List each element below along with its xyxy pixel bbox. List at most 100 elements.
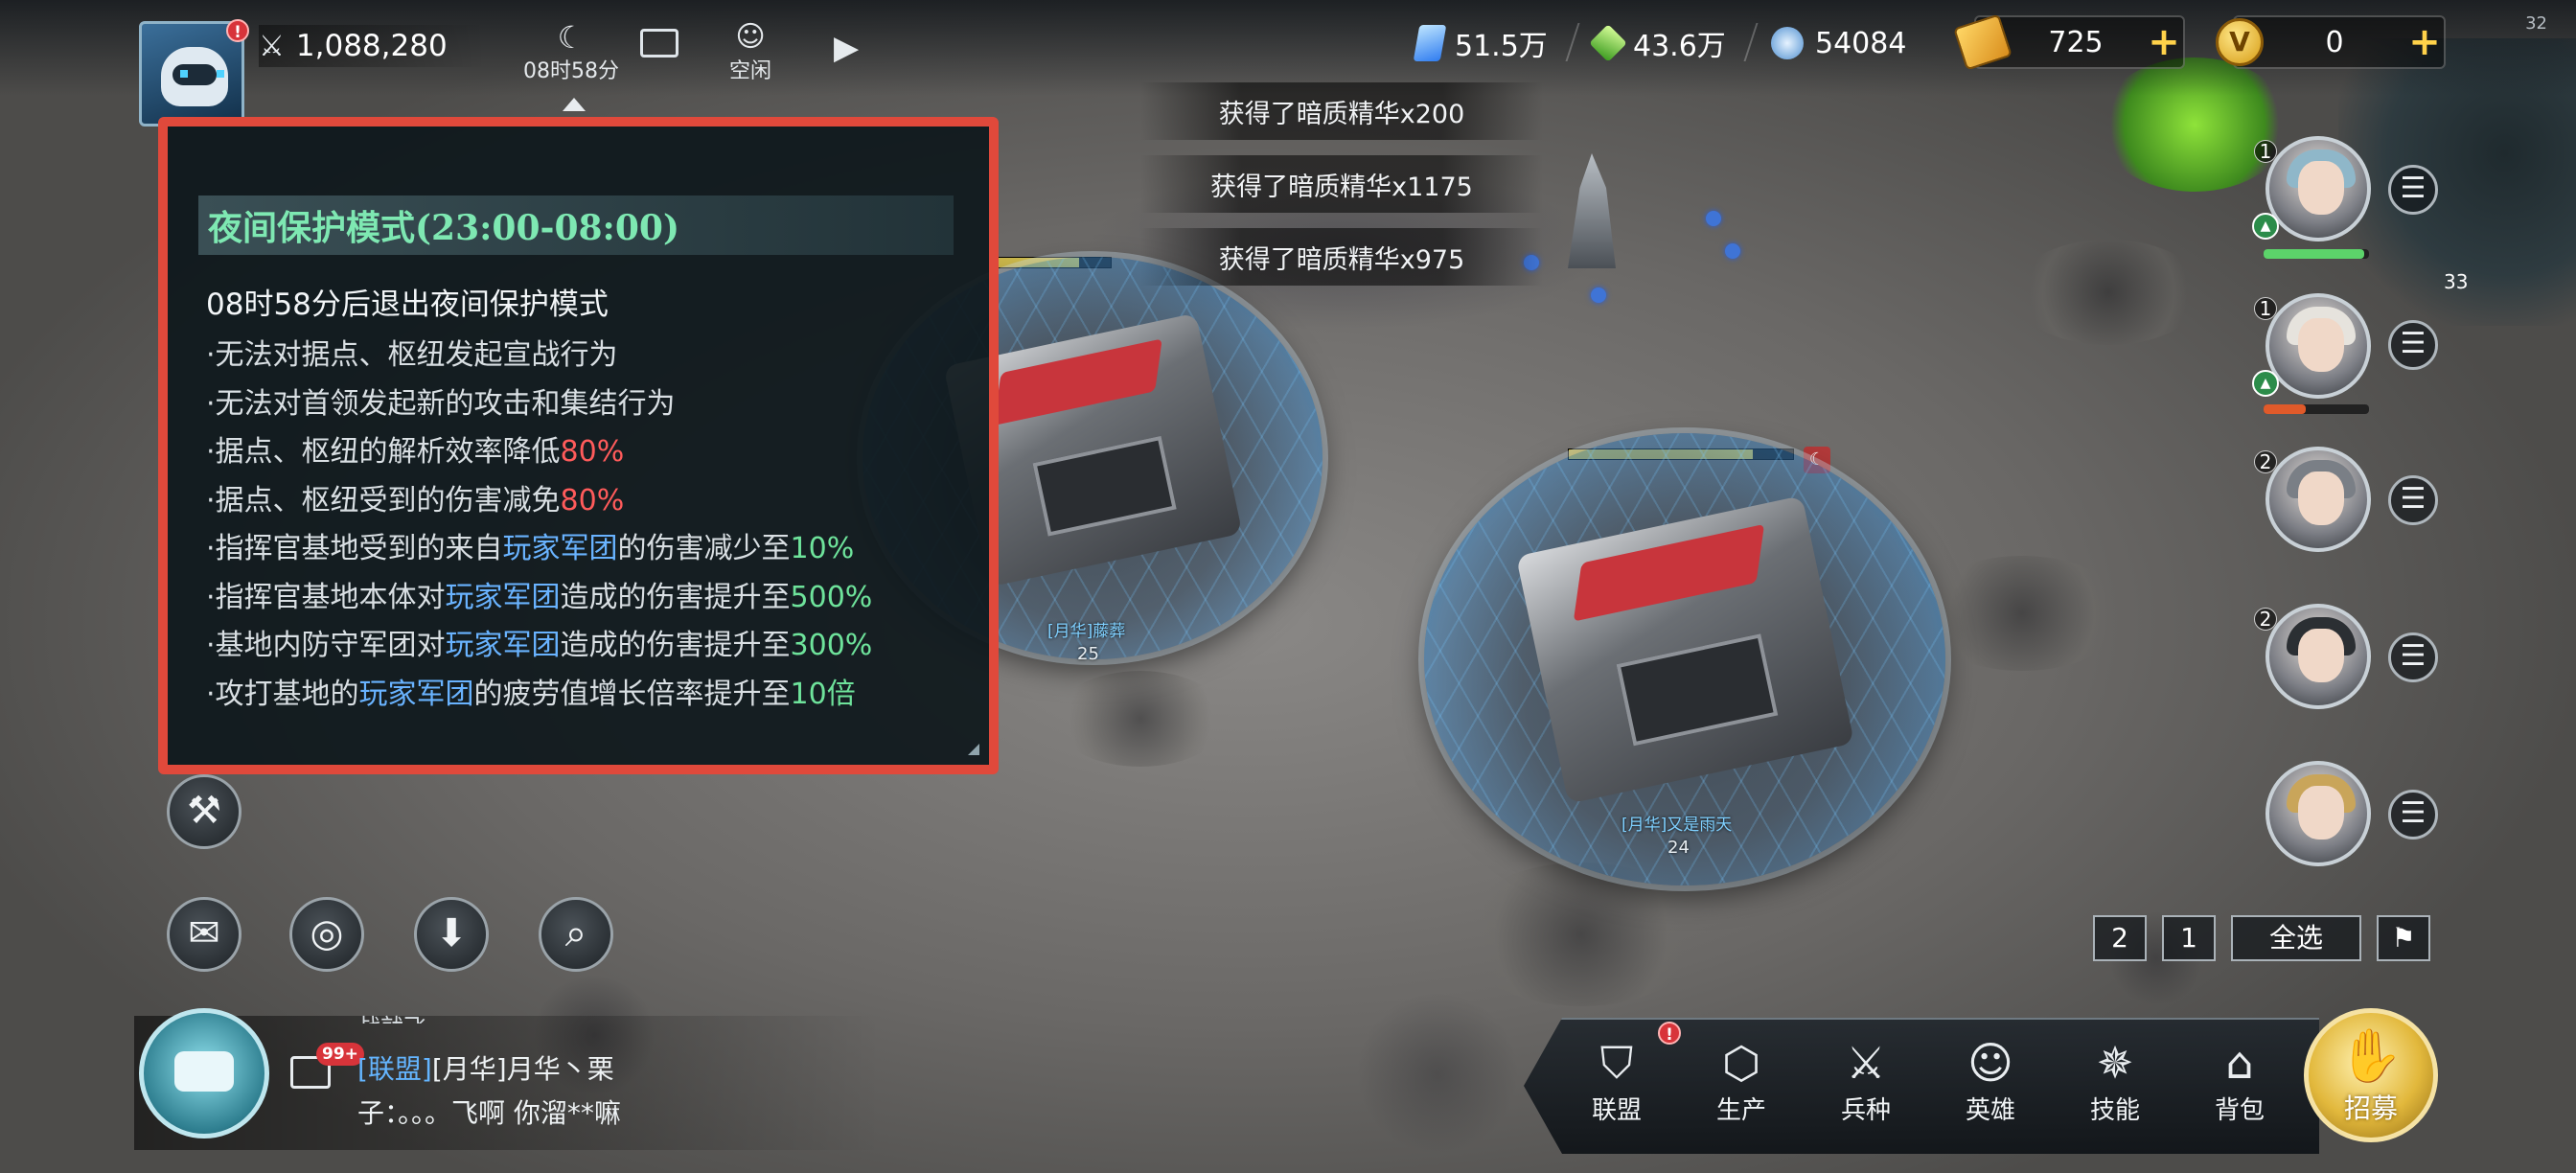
resource-node[interactable] (1706, 211, 1721, 226)
rule-item: ·据点、枢纽的解析效率降低80% (206, 435, 625, 469)
hero-menu-button[interactable]: ☰ (2388, 475, 2438, 525)
select-all-button[interactable]: 全选 (2231, 915, 2361, 961)
chat-message-line[interactable]: 子：。。。飞啊 你溜**嘛 (357, 1092, 621, 1131)
rule-item: ·指挥官基地本体对玩家军团造成的伤害提升至500% (206, 580, 873, 614)
crosshair-icon: ◎ (310, 911, 344, 955)
resource-value: 43.6万 (1633, 30, 1726, 63)
team-1-button[interactable]: 1 (2162, 915, 2216, 961)
hero-portrait[interactable] (2266, 761, 2371, 866)
hero-menu-button[interactable]: ☰ (2388, 320, 2438, 370)
hero-portrait[interactable] (2266, 447, 2371, 552)
collect-button[interactable]: ⬇ (414, 897, 489, 972)
hero-helmet-icon: ☺ (1967, 1037, 2013, 1089)
gold-value: 0 (2325, 25, 2344, 59)
hero-level: 2 (2254, 450, 2277, 473)
inbox-icon[interactable] (640, 29, 678, 58)
resource-node[interactable] (1725, 243, 1740, 259)
mail-button[interactable]: ✉ (167, 897, 242, 972)
add-currency-button[interactable]: + (2145, 20, 2183, 64)
avatar-alert-badge: ! (226, 19, 249, 42)
tooltip-subtitle: 08时58分后退出夜间保护模式 (206, 288, 609, 322)
hero-level: 1 (2254, 140, 2277, 163)
gold-coin-icon: V (2216, 18, 2264, 66)
team-2-button[interactable]: 2 (2093, 915, 2147, 961)
robot-portrait (161, 47, 228, 106)
resource-ore[interactable]: 54084 (1771, 21, 1906, 65)
crater (2012, 240, 2204, 345)
rule-item: ·指挥官基地受到的来自玩家军团的伤害减少至10% (206, 532, 855, 565)
night-protection-button[interactable]: ☾ 08时58分 (518, 21, 625, 84)
resize-corner (968, 744, 979, 755)
hero-status-icon: ▲ (2252, 370, 2279, 397)
download-icon: ⬇ (435, 911, 468, 955)
blue-crystal-icon (1413, 25, 1447, 61)
mail-icon: ✉ (188, 911, 220, 955)
reward-toast: 获得了暗质精华x1175 (1140, 155, 1543, 213)
hero-menu-button[interactable]: ☰ (2388, 165, 2438, 215)
hero-portrait[interactable] (2266, 136, 2371, 242)
moon-icon: ☾ (557, 19, 586, 56)
recruit-button[interactable]: ✋ 招募 (2304, 1008, 2438, 1142)
blue-ore-icon (1771, 27, 1804, 59)
rule-item: ·无法对首领发起新的攻击和集结行为 (206, 386, 676, 421)
search-icon: ⌕ (564, 911, 587, 955)
backpack-icon: ⌂ (2225, 1037, 2254, 1089)
flag-button[interactable]: ⚑ (2377, 915, 2430, 961)
resource-node[interactable] (1591, 288, 1606, 303)
reward-toast: 获得了暗质精华x200 (1140, 82, 1543, 140)
reward-toast: 获得了暗质精华x975 (1140, 228, 1543, 286)
tooltip-pointer (563, 98, 586, 111)
hero-menu-button[interactable]: ☰ (2388, 632, 2438, 682)
idle-label: 空闲 (728, 59, 771, 83)
production-icon: ⬡ (1721, 1037, 1761, 1089)
chat-previous-line: 战就飞 (357, 1008, 426, 1024)
dock-skills[interactable]: ✵ 技能 (2062, 1035, 2168, 1126)
base-portrait-button[interactable] (139, 1008, 269, 1138)
chat-message-line[interactable]: [联盟][月华]月华丶栗 (357, 1048, 614, 1087)
dock-backpack[interactable]: ⌂ 背包 (2187, 1035, 2292, 1126)
rule-item: ·基地内防守军团对玩家军团造成的伤害提升至300% (206, 629, 873, 662)
recruit-icon: ✋ (2338, 1025, 2404, 1086)
hero-level: 1 (2254, 297, 2277, 320)
alliance-icon: ⛉ (1599, 1037, 1634, 1089)
target-button[interactable]: ◎ (289, 897, 364, 972)
base-level-label: 24 (1668, 838, 1690, 858)
green-crystal-icon (1589, 24, 1627, 62)
search-button[interactable]: ⌕ (539, 897, 613, 972)
base-name-label: [月华]藤葬 (1047, 622, 1126, 641)
hero-portrait[interactable] (2266, 293, 2371, 399)
resource-crystal[interactable]: 51.5万 (1413, 21, 1548, 65)
crater (1917, 556, 2128, 671)
rule-item: ·据点、枢纽受到的伤害减免80% (206, 483, 625, 518)
add-gold-button[interactable]: + (2405, 20, 2444, 64)
rule-item: ·无法对据点、枢纽发起宣战行为 (206, 338, 618, 372)
dock-heroes[interactable]: ☺ 英雄 (1938, 1035, 2043, 1126)
combat-power[interactable]: ⚔ 1,088,280 (259, 25, 486, 67)
hero-menu-button[interactable]: ☰ (2388, 790, 2438, 840)
dock-units[interactable]: ⚔ 兵种 (1813, 1035, 1919, 1126)
power-value: 1,088,280 (295, 29, 448, 63)
skills-icon: ✵ (2096, 1037, 2134, 1089)
units-icon: ⚔ (1846, 1037, 1886, 1089)
hero-hp-bar (2264, 249, 2369, 259)
hero-portrait[interactable] (2266, 604, 2371, 709)
night-protection-tooltip: 夜间保护模式(23:00-08:00) 08时58分后退出夜间保护模式 ·无法对… (158, 98, 999, 774)
crystal-spire[interactable] (1568, 153, 1616, 268)
idle-status-button[interactable]: ☺ 空闲 (721, 21, 780, 84)
hero-status-icon: ▲ (2252, 213, 2279, 240)
swords-icon: ⚔ (259, 29, 285, 63)
dock-production[interactable]: ⬡ 生产 (1689, 1035, 1794, 1126)
crater (1054, 671, 1227, 767)
gold-currency-box[interactable]: V 0 + (2216, 15, 2446, 69)
premium-value: 725 (2048, 25, 2104, 59)
resource-green[interactable]: 43.6万 (1589, 21, 1726, 65)
chevron-right-icon[interactable]: ▶ (834, 29, 859, 67)
night-timer: 08时58分 (523, 59, 619, 83)
flag-icon: ⚑ (2391, 922, 2416, 954)
premium-currency-box[interactable]: 725 + (1953, 13, 2185, 71)
rules-list: ·无法对据点、枢纽发起宣战行为 ·无法对首领发起新的攻击和集结行为 ·据点、枢纽… (206, 332, 872, 719)
tooltip-title: 夜间保护模式(23:00-08:00) (198, 196, 954, 255)
map-counter: 33 (2444, 270, 2469, 293)
dock-alliance[interactable]: ⛉ 联盟 (1564, 1035, 1669, 1126)
build-hammer-button[interactable]: ⚒ (167, 774, 242, 849)
